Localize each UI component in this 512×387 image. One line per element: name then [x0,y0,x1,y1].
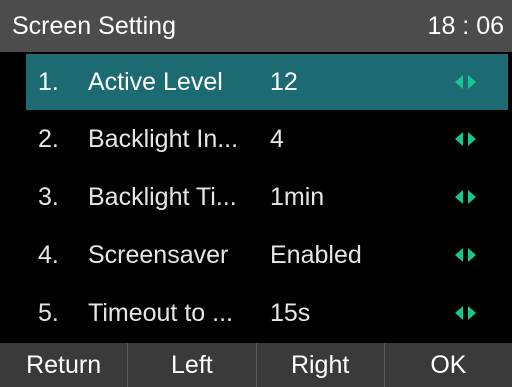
arrow-left-icon[interactable] [455,190,463,204]
menu-item-timeout[interactable]: 5. Timeout to ... 15s [0,284,512,342]
phone-screen: Screen Setting 18 : 06 1. Active Level 1… [0,0,512,387]
arrow-left-icon[interactable] [455,248,463,262]
arrow-right-icon[interactable] [468,75,476,89]
page-title: Screen Setting [12,11,176,40]
menu-item-number: 2. [38,124,59,153]
return-softkey[interactable]: Return [0,343,127,387]
value-switch[interactable] [455,132,476,146]
arrow-right-icon[interactable] [468,306,476,320]
arrow-right-icon[interactable] [468,132,476,146]
menu-item-value: 15s [270,298,311,327]
settings-menu: 1. Active Level 12 2. Backlight In... 4 … [0,52,512,342]
arrow-left-icon[interactable] [455,306,463,320]
menu-item-label: Backlight Ti... [88,182,237,211]
clock: 18 : 06 [427,11,504,40]
menu-item-screensaver[interactable]: 4. Screensaver Enabled [0,226,512,284]
menu-item-backlight-intensity[interactable]: 2. Backlight In... 4 [0,110,512,168]
menu-item-number: 5. [38,298,59,327]
menu-item-value: 1min [270,182,325,211]
menu-item-value: Enabled [270,240,362,269]
menu-item-label: Active Level [88,67,223,96]
arrow-right-icon[interactable] [468,190,476,204]
arrow-left-icon[interactable] [455,75,463,89]
menu-item-label: Timeout to ... [88,298,233,327]
left-softkey[interactable]: Left [127,343,255,387]
menu-item-number: 1. [38,67,59,96]
menu-item-number: 3. [38,182,59,211]
value-switch[interactable] [455,248,476,262]
title-bar: Screen Setting 18 : 06 [0,0,512,52]
value-switch[interactable] [455,75,476,89]
right-softkey[interactable]: Right [255,343,384,387]
menu-item-value: 12 [270,67,298,96]
arrow-right-icon[interactable] [468,248,476,262]
arrow-left-icon[interactable] [455,132,463,146]
ok-softkey[interactable]: OK [383,343,512,387]
softkey-bar: Return Left Right OK [0,343,512,387]
menu-item-value: 4 [270,124,284,153]
menu-item-backlight-time[interactable]: 3. Backlight Ti... 1min [0,168,512,226]
menu-item-number: 4. [38,240,59,269]
menu-item-label: Backlight In... [88,124,239,153]
menu-item-active-level[interactable]: 1. Active Level 12 [26,54,508,110]
value-switch[interactable] [455,306,476,320]
value-switch[interactable] [455,190,476,204]
menu-item-label: Screensaver [88,240,229,269]
